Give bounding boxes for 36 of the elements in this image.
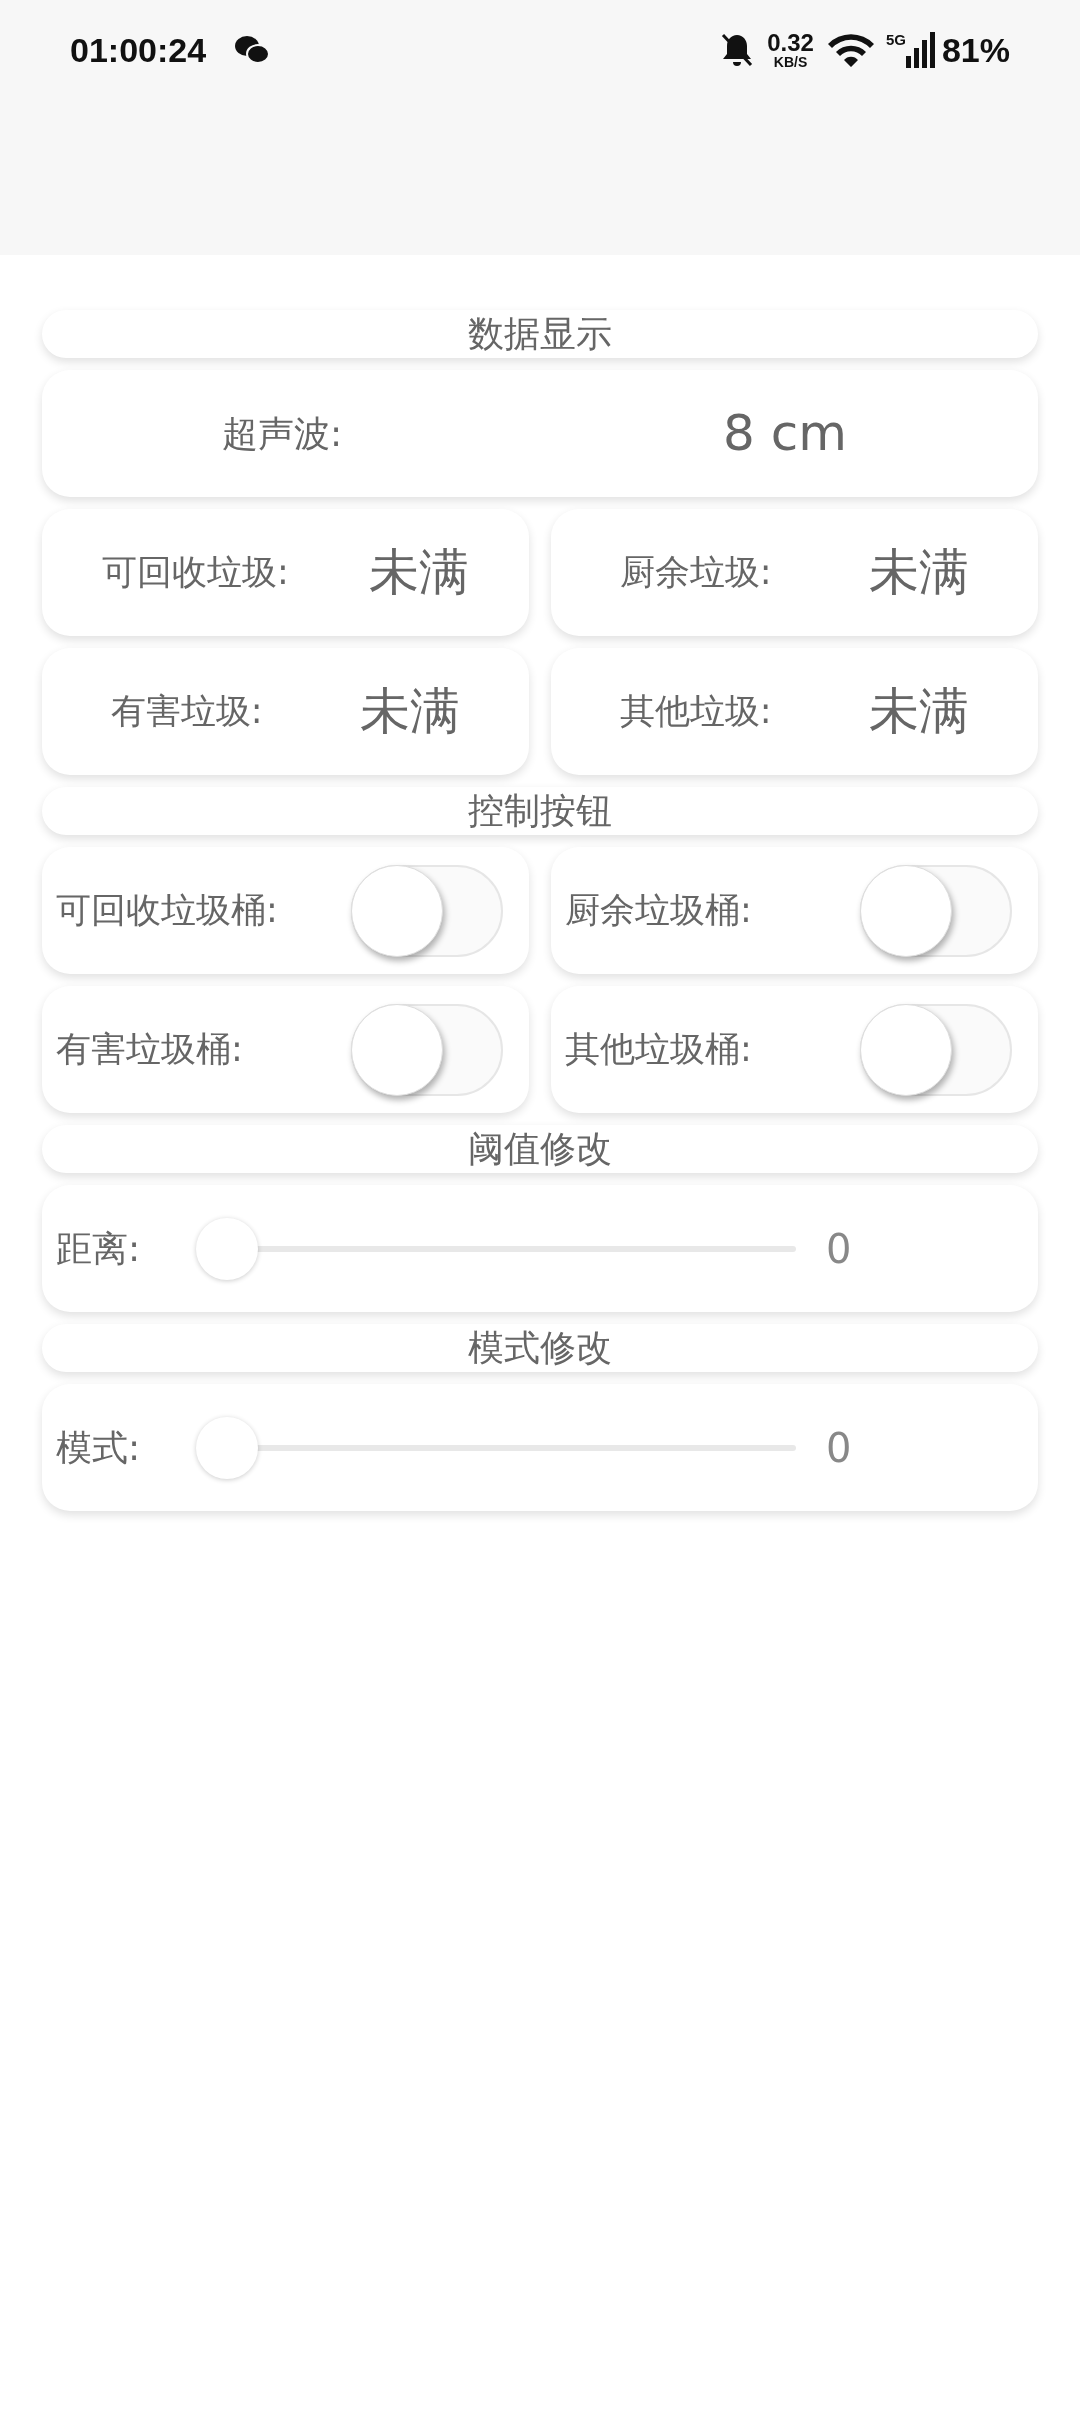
bin-label: 厨余垃圾:	[619, 551, 772, 595]
slider-track[interactable]	[196, 1217, 796, 1280]
toggle-switch[interactable]	[351, 864, 503, 957]
slider-value: 0	[826, 1224, 852, 1274]
section-title: 数据显示	[468, 316, 612, 352]
slider-label: 距离:	[56, 1226, 142, 1271]
clock: 01:00:24	[70, 29, 207, 71]
section-title: 阈值修改	[468, 1131, 612, 1167]
network-type: 5G	[885, 32, 906, 47]
switch-label: 厨余垃圾桶:	[565, 889, 752, 933]
switch-label: 有害垃圾桶:	[56, 1028, 243, 1072]
bin-status: 未满	[360, 681, 461, 742]
bin-status: 未满	[869, 542, 970, 603]
toggle-switch[interactable]	[860, 1003, 1012, 1096]
slider-value: 0	[826, 1423, 852, 1473]
section-title: 控制按钮	[468, 793, 612, 829]
slider-label: 模式:	[56, 1425, 142, 1470]
bin-label: 其他垃圾:	[619, 690, 772, 734]
switch-label: 其他垃圾桶:	[565, 1028, 752, 1072]
section-title: 模式修改	[468, 1330, 612, 1366]
slider-track[interactable]	[196, 1416, 796, 1479]
net-unit: KB/S	[773, 55, 808, 69]
ultrasonic-value: 8 cm	[722, 403, 848, 464]
toggle-switch[interactable]	[351, 1003, 503, 1096]
ultrasonic-label: 超声波:	[220, 411, 344, 456]
signal-icon	[905, 32, 936, 68]
bin-label: 可回收垃圾:	[102, 551, 289, 595]
net-speed: 0.32	[767, 31, 814, 55]
toggle-switch[interactable]	[860, 864, 1012, 957]
slider-thumb[interactable]	[196, 1416, 258, 1479]
battery-level: 81%	[941, 29, 1010, 71]
bin-status: 未满	[368, 542, 469, 603]
slider-thumb[interactable]	[196, 1217, 258, 1280]
bin-label: 有害垃圾:	[110, 690, 263, 734]
switch-label: 可回收垃圾桶:	[56, 889, 278, 933]
bin-status: 未满	[869, 681, 970, 742]
